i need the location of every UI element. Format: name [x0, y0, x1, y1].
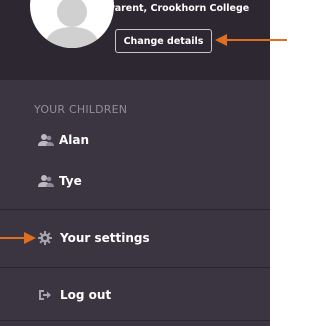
sign-out-icon [39, 290, 51, 300]
divider [0, 209, 270, 210]
logout-label: Log out [60, 288, 112, 302]
divider [0, 320, 270, 321]
settings-label: Your settings [60, 231, 150, 245]
annotation-arrow-change-details [215, 34, 287, 46]
your-settings-link[interactable]: Your settings [38, 228, 150, 248]
users-icon [38, 175, 54, 187]
avatar [30, 0, 114, 48]
child-item-tye[interactable]: Tye [38, 171, 82, 191]
gear-icon [38, 231, 52, 245]
users-icon [38, 134, 54, 146]
annotation-arrow-settings [0, 232, 36, 244]
child-item-alan[interactable]: Alan [38, 130, 89, 150]
child-name: Tye [59, 174, 82, 188]
sidebar-panel: Parent, Crookhorn College Change details… [0, 0, 270, 326]
log-out-link[interactable]: Log out [38, 285, 111, 305]
child-name: Alan [59, 133, 90, 147]
divider [0, 267, 270, 268]
children-section-heading: YOUR CHILDREN [34, 103, 128, 116]
change-details-button[interactable]: Change details [115, 29, 212, 53]
parent-role-text: Parent, Crookhorn College [108, 3, 250, 14]
person-silhouette-icon [44, 0, 100, 48]
